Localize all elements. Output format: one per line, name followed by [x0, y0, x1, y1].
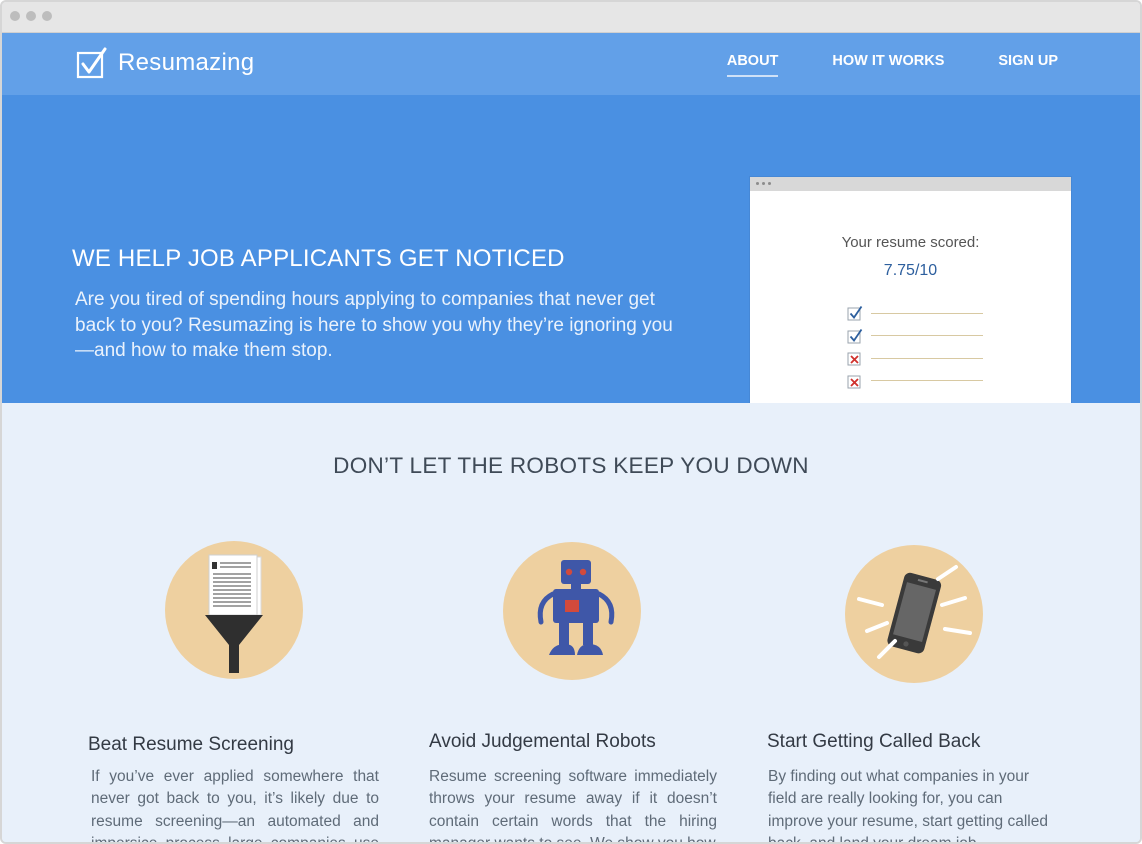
- checklist-line: [871, 312, 983, 314]
- checklist-item: [847, 370, 983, 393]
- feature-text-avoid-robots: Resume screening software immediately th…: [429, 768, 717, 844]
- feature-title-beat-screening: Beat Resume Screening: [88, 734, 294, 755]
- checkbox-logo-icon: [76, 47, 107, 79]
- checklist-line: [871, 380, 983, 382]
- checkbox-crossed-icon: [847, 375, 861, 389]
- checklist-item: [847, 302, 983, 325]
- section-title: DON’T LET THE ROBOTS KEEP YOU DOWN: [333, 453, 809, 478]
- score-value: 7.75/10: [883, 262, 938, 279]
- ringing-phone-icon: [845, 545, 983, 683]
- checklist-line: [871, 335, 983, 337]
- resume-funnel-icon: [165, 541, 303, 679]
- checklist-item: [847, 347, 983, 370]
- checklist-item: [847, 325, 983, 348]
- resume-score-card: Your resume scored: 7.75/10: [750, 177, 1071, 403]
- features-section: DON’T LET THE ROBOTS KEEP YOU DOWN Beat …: [2, 403, 1140, 844]
- feature-title-avoid-robots: Avoid Judgemental Robots: [429, 731, 656, 752]
- card-dot: [768, 182, 771, 185]
- navbar: Resumazing ABOUT HOW IT WORKS SIGN UP: [2, 33, 1140, 95]
- logo[interactable]: Resumazing: [76, 47, 254, 79]
- nav-link-about[interactable]: ABOUT: [726, 53, 779, 77]
- feature-text-beat-screening: If you’ve ever applied somewhere that ne…: [91, 768, 379, 844]
- browser-window: Resumazing ABOUT HOW IT WORKS SIGN UP WE…: [0, 0, 1142, 844]
- nav-link-sign-up[interactable]: SIGN UP: [998, 53, 1058, 77]
- window-chrome: [2, 2, 1140, 33]
- feature-title-called-back: Start Getting Called Back: [767, 731, 981, 752]
- nav-links: ABOUT HOW IT WORKS SIGN UP: [673, 53, 1058, 77]
- window-maximize-dot[interactable]: [42, 11, 52, 21]
- hero: WE HELP JOB APPLICANTS GET NOTICED Are y…: [2, 95, 1140, 403]
- feature-text-called-back: By finding out what companies in your fi…: [768, 768, 1048, 844]
- hero-text: Are you tired of spending hours applying…: [75, 289, 673, 361]
- checkbox-checked-icon: [847, 328, 863, 344]
- nav-link-how-it-works[interactable]: HOW IT WORKS: [832, 53, 944, 77]
- card-window-bar: [750, 177, 1071, 191]
- window-close-dot[interactable]: [10, 11, 20, 21]
- robot-icon: [503, 542, 641, 680]
- card-dot: [756, 182, 759, 185]
- checkbox-checked-icon: [847, 306, 863, 321]
- checklist-line: [871, 357, 983, 359]
- brand-name: Resumazing: [118, 49, 255, 76]
- card-dot: [762, 182, 765, 185]
- hero-title: WE HELP JOB APPLICANTS GET NOTICED: [72, 245, 565, 272]
- window-minimize-dot[interactable]: [26, 11, 36, 21]
- score-label: Your resume scored:: [841, 234, 980, 251]
- score-checklist: [847, 302, 983, 392]
- checkbox-crossed-icon: [847, 352, 861, 366]
